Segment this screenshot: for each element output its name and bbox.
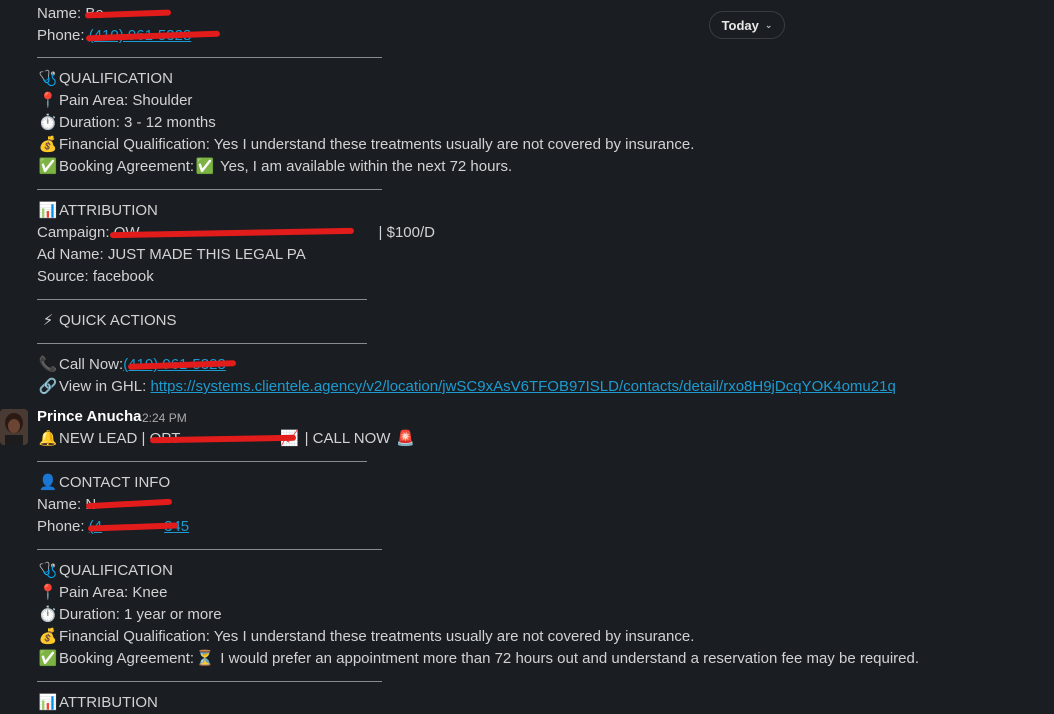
money-bag-icon: 💰 [38,136,58,153]
lightning-icon: ⚡ [42,312,54,329]
qualification-header: 🩺 QUALIFICATION [37,560,173,582]
money-bag-icon: 💰 [38,628,58,645]
check-mark-icon: ✅ [38,650,58,667]
divider [37,549,382,550]
divider [37,299,367,300]
check-mark-icon: ✅ [195,158,215,175]
source-line: Source: facebook [37,268,154,285]
date-label: Today [721,17,759,33]
stopwatch-icon: ⏱️ [38,606,58,623]
divider [37,343,367,344]
booking-line: ✅ Booking Agreement: ⏳ I would prefer an a… [37,648,919,670]
siren-icon: 🚨 [396,430,415,447]
attribution-header: 📊 ATTRIBUTION [37,200,158,222]
stethoscope-icon: 🩺 [38,562,58,579]
message-1 [0,0,1054,402]
avatar[interactable] [0,409,28,445]
divider [37,681,382,682]
divider [37,57,382,58]
chevron-down-icon: ⌄ [764,19,773,30]
view-ghl-line: 🔗 View in GHL: https://systems.clientele.… [37,376,896,398]
date-divider-button[interactable]: Today ⌄ [709,11,785,39]
ad-name-line: Ad Name: JUST MADE THIS LEGAL PA [37,246,306,263]
bell-icon: 🔔 [38,430,58,447]
message-timestamp[interactable]: 2:24 PM [142,411,187,425]
qualification-header: 🩺 QUALIFICATION [37,68,173,90]
stethoscope-icon: 🩺 [38,70,58,87]
check-mark-icon: ✅ [38,158,58,175]
financial-line: 💰 Financial Qualification: Yes I understa… [37,134,695,156]
bar-chart-icon: 📊 [38,694,58,711]
attribution-header: 📊 ATTRIBUTION [37,692,158,714]
bar-chart-icon: 📊 [38,202,58,219]
booking-line: ✅ Booking Agreement: ✅ Yes, I am available… [37,156,512,178]
ghl-link[interactable]: https://systems.clientele.agency/v2/loca… [150,378,895,395]
stopwatch-icon: ⏱️ [38,114,58,131]
pin-icon: 📍 [38,584,58,601]
sender-name[interactable]: Prince Anucha [37,408,141,425]
pain-area-line: 📍 Pain Area: Knee [37,582,168,604]
pain-area-line: 📍 Pain Area: Shoulder [37,90,193,112]
hourglass-icon: ⏳ [195,650,215,667]
divider [37,189,382,190]
duration-line: ⏱️ Duration: 3 - 12 months [37,112,216,134]
contact-info-header: 👤 CONTACT INFO [37,472,170,494]
divider [37,461,367,462]
phone-icon: 📞 [38,356,58,373]
quick-actions-header: ⚡ QUICK ACTIONS [37,310,177,332]
link-icon: 🔗 [38,378,58,395]
financial-line: 💰 Financial Qualification: Yes I understa… [37,626,695,648]
person-icon: 👤 [38,474,58,491]
pin-icon: 📍 [38,92,58,109]
duration-line: ⏱️ Duration: 1 year or more [37,604,222,626]
